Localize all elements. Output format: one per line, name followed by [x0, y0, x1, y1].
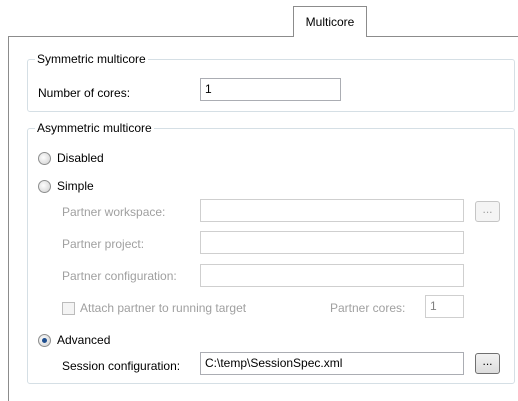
partner-workspace-label: Partner workspace:: [62, 205, 166, 219]
partner-cores-label: Partner cores:: [330, 301, 406, 315]
partner-project-label: Partner project:: [62, 237, 145, 251]
mode-disabled-label: Disabled: [57, 151, 104, 165]
partner-configuration-input[interactable]: [200, 264, 464, 287]
symmetric-multicore-title: Symmetric multicore: [35, 52, 148, 66]
tab-multicore[interactable]: Multicore: [293, 6, 367, 37]
partner-configuration-label: Partner configuration:: [62, 269, 177, 283]
attach-partner-label: Attach partner to running target: [80, 301, 247, 315]
number-of-cores-input[interactable]: 1: [200, 78, 341, 101]
mode-simple-radio[interactable]: [38, 180, 51, 193]
mode-simple-label: Simple: [57, 179, 94, 193]
mode-advanced-radio[interactable]: [38, 334, 51, 347]
session-configuration-label: Session configuration:: [62, 359, 181, 373]
partner-project-input[interactable]: [200, 231, 464, 254]
partner-cores-input[interactable]: 1: [425, 295, 464, 318]
session-configuration-browse-button[interactable]: ...: [475, 353, 500, 374]
tab-panel-border-left: [8, 36, 9, 401]
asymmetric-multicore-title: Asymmetric multicore: [35, 121, 154, 135]
mode-advanced-label: Advanced: [57, 333, 111, 347]
partner-workspace-browse-button[interactable]: ...: [475, 201, 500, 222]
attach-partner-checkbox[interactable]: [62, 302, 75, 315]
number-of-cores-label: Number of cores:: [38, 86, 131, 100]
session-configuration-input[interactable]: C:\temp\SessionSpec.xml: [200, 352, 464, 375]
mode-disabled-radio[interactable]: [38, 152, 51, 165]
tab-panel-border-top: [8, 36, 518, 37]
partner-workspace-input[interactable]: [200, 199, 464, 222]
